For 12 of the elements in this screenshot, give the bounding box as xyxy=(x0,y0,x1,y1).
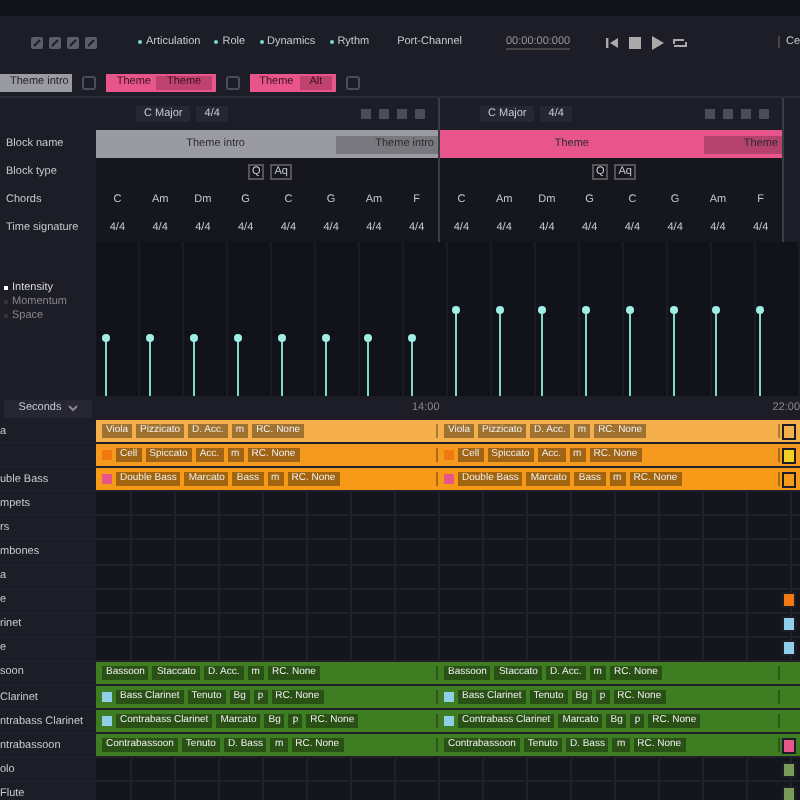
skip-back-icon[interactable] xyxy=(606,35,621,49)
stop-icon[interactable] xyxy=(628,35,643,49)
tool-icon[interactable] xyxy=(48,35,62,49)
tool-icon[interactable] xyxy=(30,35,44,49)
loop-icon[interactable] xyxy=(672,35,689,49)
play-icon[interactable] xyxy=(650,35,665,49)
caret-icon xyxy=(67,404,78,412)
add-block-icon[interactable] xyxy=(225,75,240,89)
add-block-icon[interactable] xyxy=(346,75,361,89)
tool-icon[interactable] xyxy=(84,35,98,49)
add-block-icon[interactable] xyxy=(82,75,97,89)
tool-icon[interactable] xyxy=(66,35,80,49)
